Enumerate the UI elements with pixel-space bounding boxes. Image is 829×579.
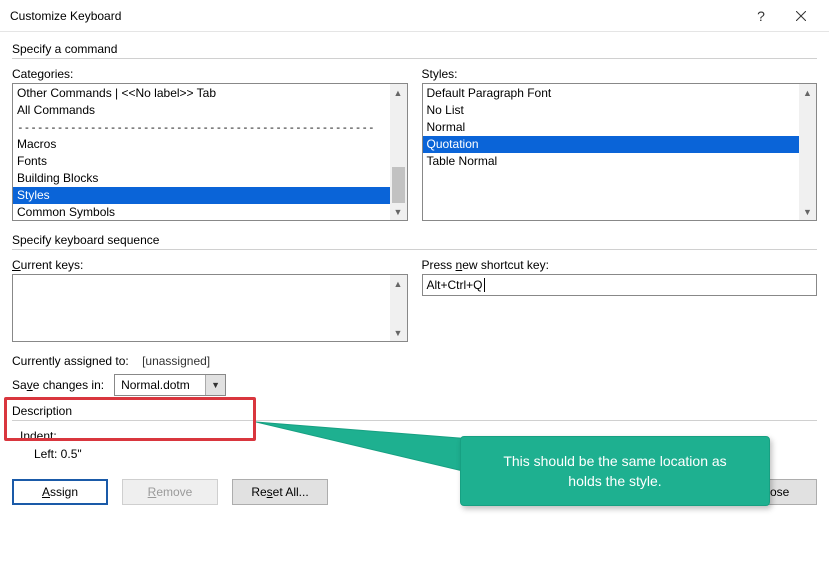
current-keys-label: Current keys: [12,258,408,272]
currently-assigned-row: Currently assigned to: [unassigned] [12,354,817,368]
list-item[interactable]: Styles [13,187,390,204]
save-changes-label: Save changes in: [12,378,104,392]
scroll-down-icon[interactable]: ▼ [799,203,816,220]
callout-text: holds the style. [479,471,751,491]
currently-assigned-value: [unassigned] [142,354,210,368]
scroll-thumb[interactable] [392,167,405,203]
scroll-up-icon[interactable]: ▲ [390,275,407,292]
assign-button[interactable]: Assign [12,479,108,505]
scrollbar[interactable]: ▲ ▼ [390,275,407,341]
list-item[interactable]: Common Symbols [13,204,390,220]
title-bar: Customize Keyboard ? [0,0,829,32]
list-item[interactable]: Normal [423,119,800,136]
styles-label: Styles: [422,67,818,81]
press-new-shortcut-label: Press new shortcut key: [422,258,818,272]
scroll-down-icon[interactable]: ▼ [390,324,407,341]
styles-listbox[interactable]: Default Paragraph Font No List Normal Qu… [422,83,818,221]
save-changes-value: Normal.dotm [115,378,205,392]
help-button[interactable]: ? [741,0,781,32]
currently-assigned-label: Currently assigned to: [12,354,129,368]
list-item[interactable]: Default Paragraph Font [423,85,800,102]
list-item[interactable]: ----------------------------------------… [13,119,390,136]
close-window-button[interactable] [781,0,821,32]
specify-command-label: Specify a command [12,42,817,56]
scrollbar[interactable]: ▲ ▼ [799,84,816,220]
list-item[interactable]: Fonts [13,153,390,170]
description-label: Description [12,404,817,418]
window-title: Customize Keyboard [10,9,741,23]
list-item[interactable]: All Commands [13,102,390,119]
divider [12,420,817,421]
list-item[interactable]: Quotation [423,136,800,153]
scrollbar[interactable]: ▲ ▼ [390,84,407,220]
list-item[interactable]: Other Commands | <<No label>> Tab [13,85,390,102]
divider [12,249,817,250]
new-shortcut-value: Alt+Ctrl+Q [427,278,483,292]
scroll-down-icon[interactable]: ▼ [390,203,407,220]
scroll-up-icon[interactable]: ▲ [390,84,407,101]
categories-listbox[interactable]: Other Commands | <<No label>> Tab All Co… [12,83,408,221]
chevron-down-icon[interactable]: ▼ [205,375,225,395]
specify-sequence-label: Specify keyboard sequence [12,233,817,247]
categories-label: Categories: [12,67,408,81]
scroll-up-icon[interactable]: ▲ [799,84,816,101]
save-changes-combo[interactable]: Normal.dotm ▼ [114,374,226,396]
divider [12,58,817,59]
text-caret [484,278,485,292]
reset-all-button[interactable]: Reset All... [232,479,328,505]
list-item[interactable]: No List [423,102,800,119]
new-shortcut-input[interactable]: Alt+Ctrl+Q [422,274,818,296]
current-keys-listbox[interactable]: ▲ ▼ [12,274,408,342]
list-item[interactable]: Table Normal [423,153,800,170]
callout-box: This should be the same location as hold… [460,436,770,506]
callout-text: This should be the same location as [479,451,751,471]
list-item[interactable]: Building Blocks [13,170,390,187]
remove-button[interactable]: Remove [122,479,218,505]
close-icon [796,11,806,21]
list-item[interactable]: Macros [13,136,390,153]
